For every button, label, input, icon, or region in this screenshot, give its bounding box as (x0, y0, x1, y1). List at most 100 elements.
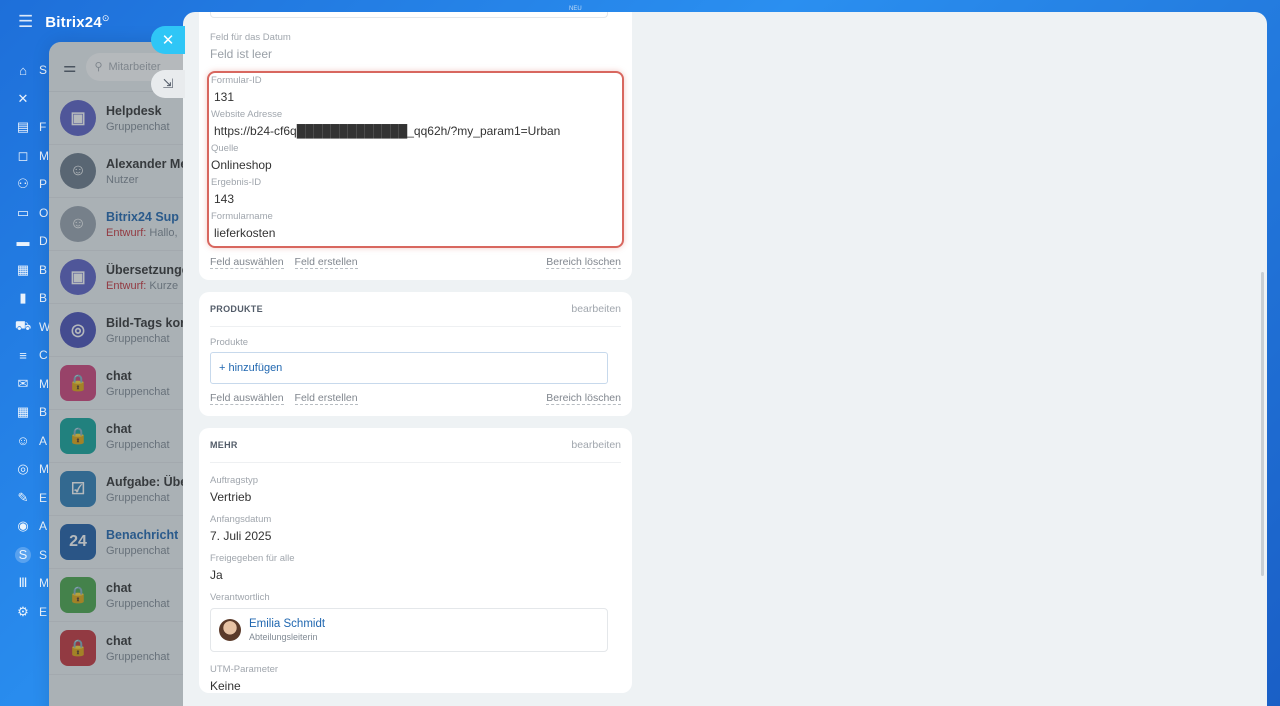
nav-item[interactable]: ⛟ W (0, 313, 51, 342)
board-icon: ▦ (16, 261, 30, 277)
nav-label: S (39, 63, 48, 78)
field-value: Feld ist leer (210, 47, 273, 61)
chat-subtitle: Gruppenchat (106, 492, 192, 504)
analytics-icon: ▮ (19, 290, 27, 306)
search-placeholder: Mitarbeiter (108, 60, 161, 73)
nav-item[interactable]: ▮ B (0, 284, 50, 313)
nav-label: O (39, 205, 49, 220)
user-name-link[interactable]: Emilia Schmidt (249, 618, 325, 630)
scrollbar[interactable] (1261, 272, 1264, 576)
nav-item[interactable]: ≡ C (0, 341, 50, 370)
order-type-field[interactable]: Auftragstyp Vertrieb (210, 463, 621, 504)
field-value: lieferkosten (214, 226, 276, 240)
chat-text: chat Gruppenchat (106, 634, 170, 663)
create-field-link[interactable]: Feld erstellen (294, 392, 358, 405)
chat-text: Benachricht Gruppenchat (106, 528, 178, 557)
nav-item[interactable]: ⚙ E (0, 598, 50, 627)
chat-preview: Gruppenchat (106, 491, 170, 504)
start-date-field[interactable]: Anfangsdatum 7. Juli 2025 (210, 504, 621, 543)
settings-icon: ⚙ (17, 603, 29, 619)
nav-item[interactable]: ◎ M (0, 455, 50, 484)
nav-label: E (39, 604, 48, 619)
chat-preview: Nutzer (106, 173, 139, 186)
nav-label: A (39, 519, 48, 534)
filter-icon[interactable]: ⚌ (63, 58, 76, 76)
form-id-field[interactable]: Formular-ID 131 (211, 73, 622, 104)
chat-icon: ▣ (70, 269, 86, 286)
nav-item[interactable]: ✕ (0, 85, 50, 114)
edit-section-link[interactable]: bearbeiten (571, 303, 621, 315)
field-value: 7. Juli 2025 (210, 529, 272, 543)
date-field[interactable]: Feld für das Datum Feld ist leer (210, 18, 621, 61)
field-label: Verantwortlich (210, 592, 270, 603)
nav-item[interactable]: ⅢM (0, 569, 50, 598)
edit-section-link[interactable]: bearbeiten (571, 439, 621, 451)
nav-label: M (39, 376, 49, 391)
user-role: Abteilungsleiterin (249, 632, 318, 642)
field-value: Keine (210, 679, 241, 693)
nav-item[interactable]: ☺ A (0, 427, 50, 456)
nav-item[interactable]: ✎ E (0, 484, 50, 513)
result-id-field[interactable]: Ergebnis-ID 143 (211, 172, 622, 206)
nav-item[interactable]: ⚇ P (0, 170, 50, 199)
chat-preview: Gruppenchat (106, 650, 170, 663)
chat-text: Bild-Tags korri Gruppenchat (106, 316, 193, 345)
chat-text: Bitrix24 Sup Entwurf: Hallo, (106, 210, 179, 239)
chat-text: chat Gruppenchat (106, 422, 170, 451)
close-icon: ✕ (17, 90, 29, 106)
chat-name: chat (106, 633, 132, 648)
brand-logo[interactable]: Bitrix24⊙ (45, 13, 109, 31)
nav-label: F (39, 120, 47, 135)
select-field-link[interactable]: Feld auswählen (210, 256, 284, 269)
nav-item[interactable]: ◉ A (0, 512, 50, 541)
search-icon: ⚲ (94, 61, 103, 73)
responsible-field: Verantwortlich Emilia Schmidt Abteilungs… (210, 582, 621, 652)
sign-icon: ✎ (17, 489, 29, 505)
chat-icon: 🔒 (68, 587, 88, 604)
field-label: Website Adresse (211, 109, 283, 120)
select-field-link[interactable]: Feld auswählen (210, 392, 284, 405)
delete-section-link[interactable]: Bereich löschen (546, 256, 621, 269)
form-name-field[interactable]: Formularname lieferkosten (211, 206, 622, 240)
nav-item[interactable]: ▤ F (0, 113, 50, 142)
close-slider-button[interactable]: ✕ (151, 26, 185, 54)
nav-item[interactable]: ▬ D (0, 227, 50, 256)
chat-subtitle: Nutzer (106, 174, 191, 186)
nav-label: C (39, 348, 48, 363)
avatar: ▣ (60, 259, 96, 295)
shared-field[interactable]: Freigegeben für alle Ja (210, 543, 621, 582)
chat-name: Bitrix24 Sup (106, 209, 179, 224)
menu-icon[interactable]: ☰ (18, 12, 33, 32)
avatar: 24 (60, 524, 96, 560)
section-header: MEHR bearbeiten (210, 428, 621, 463)
add-product-button[interactable]: + hinzufügen (210, 352, 608, 384)
chat-subtitle: Gruppenchat (106, 545, 178, 557)
nav-item[interactable]: ▦ B (0, 256, 50, 285)
chat-preview: Gruppenchat (106, 544, 170, 557)
nav-item[interactable]: ⌂ S (0, 56, 50, 85)
draft-label: Entwurf: (106, 279, 147, 292)
nav-item[interactable]: ▭ O (0, 199, 50, 228)
nav-item[interactable]: ✉ M (0, 370, 50, 399)
nav-item[interactable]: SS (0, 541, 50, 570)
field-label: Quelle (211, 143, 239, 154)
minimize-slider-button[interactable]: ⇲ (151, 70, 185, 98)
chat-subtitle: Entwurf: Hallo, (106, 227, 179, 239)
chat-name: Übersetzunge (106, 262, 189, 277)
field-label: Anfangsdatum (210, 514, 272, 525)
delete-section-link[interactable]: Bereich löschen (546, 392, 621, 405)
chat-text: Helpdesk Gruppenchat (106, 104, 170, 133)
field-label: Feld für das Datum (210, 32, 291, 43)
nav-item[interactable]: ▦ B (0, 398, 50, 427)
utm-field[interactable]: UTM-Parameter Keine (210, 652, 621, 693)
cart-icon: ⛟ (14, 317, 32, 333)
nav-label: B (39, 262, 48, 277)
source-field[interactable]: Quelle Onlineshop (211, 138, 622, 172)
create-field-link[interactable]: Feld erstellen (294, 256, 358, 269)
responsible-user[interactable]: Emilia Schmidt Abteilungsleiterin (210, 608, 608, 652)
detail-content: Feld für das Datum Feld ist leer Formula… (199, 12, 632, 705)
chat-preview: Gruppenchat (106, 385, 170, 398)
nav-item[interactable]: ◻ M (0, 142, 50, 171)
chat-text: Übersetzunge Entwurf: Kurze (106, 263, 189, 292)
website-address-field[interactable]: Website Adresse https://b24-cf6q████████… (211, 104, 622, 138)
